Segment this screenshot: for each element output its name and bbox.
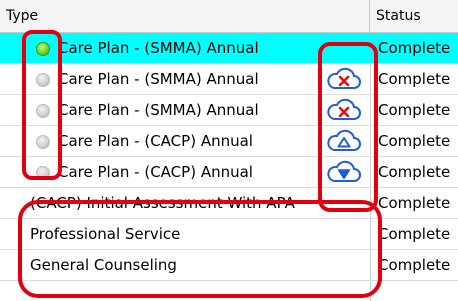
row-status: Complete — [378, 163, 451, 181]
row-status: Complete — [378, 39, 451, 57]
grid-header: Type Status — [0, 0, 458, 33]
row-type: Care Plan - (SMMA) Annual — [58, 70, 259, 88]
annotation-box-other-types — [18, 200, 382, 298]
row-status: Complete — [378, 101, 451, 119]
row-type: Care Plan - (SMMA) Annual — [58, 39, 259, 57]
table-row[interactable]: Care Plan - (SMMA) Annual Complete — [0, 33, 458, 64]
table-row[interactable]: Care Plan - (SMMA) Annual Complete — [0, 95, 458, 126]
row-status: Complete — [378, 256, 451, 274]
row-status: Complete — [378, 194, 451, 212]
row-status: Complete — [378, 225, 451, 243]
row-status: Complete — [378, 132, 451, 150]
annotation-box-indicators — [22, 30, 62, 180]
table-row[interactable]: Care Plan - (SMMA) Annual Complete — [0, 64, 458, 95]
row-status: Complete — [378, 70, 451, 88]
column-header-type[interactable]: Type — [0, 0, 370, 32]
column-header-status[interactable]: Status — [370, 0, 458, 32]
annotation-box-cloud-icons — [318, 42, 378, 212]
row-type: Care Plan - (CACP) Annual — [58, 132, 253, 150]
table-row[interactable]: Care Plan - (CACP) Annual Complete — [0, 157, 458, 188]
records-grid: Type Status Care Plan - (SMMA) Annual Co… — [0, 0, 458, 301]
table-row[interactable]: Care Plan - (CACP) Annual Complete — [0, 126, 458, 157]
row-type: Care Plan - (CACP) Annual — [58, 163, 253, 181]
row-type: Care Plan - (SMMA) Annual — [58, 101, 259, 119]
